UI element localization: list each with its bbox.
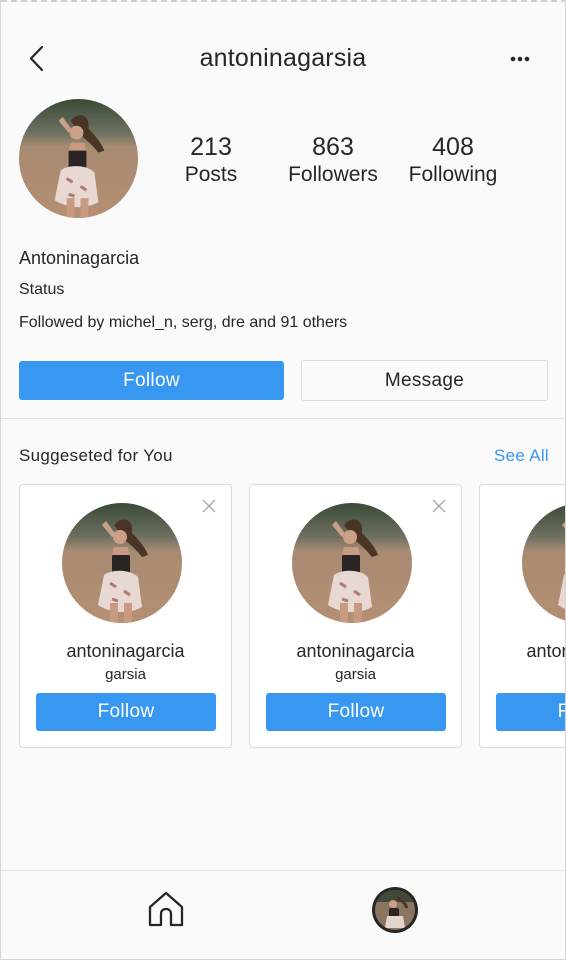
profile-avatar-large[interactable] bbox=[19, 99, 138, 218]
suggestion-username[interactable]: antoninagarcia bbox=[20, 641, 231, 662]
suggestion-subtitle: garsia bbox=[480, 666, 565, 683]
profile-photo bbox=[19, 99, 138, 218]
profile-nav-button[interactable] bbox=[372, 887, 418, 933]
close-icon[interactable] bbox=[431, 498, 447, 514]
suggestion-subtitle: garsia bbox=[335, 666, 376, 683]
home-icon bbox=[148, 891, 184, 927]
suggestion-avatar[interactable] bbox=[522, 503, 565, 623]
suggestion-subtitle: garsia bbox=[105, 666, 146, 683]
profile-screen: antoninagarsia 213 Posts 863 Followers 4… bbox=[0, 0, 566, 960]
followers-count: 863 bbox=[312, 133, 354, 161]
see-all-link[interactable]: See All bbox=[494, 446, 549, 466]
following-label: Following bbox=[408, 163, 498, 186]
suggestion-card[interactable]: antoninagarcia garsia Follow bbox=[249, 484, 462, 748]
suggestion-username[interactable]: antoninagarcia bbox=[250, 641, 461, 662]
more-button[interactable] bbox=[507, 50, 537, 68]
profile-avatar bbox=[375, 890, 415, 930]
suggestion-avatar[interactable] bbox=[292, 503, 412, 623]
posts-count: 213 bbox=[190, 133, 232, 161]
bottom-navigation bbox=[1, 870, 565, 959]
suggestions-title: Suggeseted for You bbox=[19, 446, 173, 465]
following-count: 408 bbox=[432, 133, 474, 161]
followers-label: Followers bbox=[288, 163, 378, 186]
close-icon[interactable] bbox=[201, 498, 217, 514]
top-border bbox=[1, 0, 565, 2]
suggestion-card[interactable]: antoninagarcia garsia Follow bbox=[479, 484, 565, 748]
suggestion-follow-button[interactable]: Follow bbox=[266, 693, 446, 731]
suggestion-username[interactable]: antoninagarcia bbox=[480, 641, 565, 662]
profile-username-title: antoninagarsia bbox=[199, 44, 367, 72]
stat-following[interactable]: 408 Following bbox=[397, 132, 509, 188]
profile-status: Status bbox=[19, 281, 65, 298]
suggestion-follow-button[interactable]: Follow bbox=[36, 693, 216, 731]
stat-posts[interactable]: 213 Posts bbox=[173, 132, 249, 188]
posts-label: Posts bbox=[184, 163, 238, 186]
section-divider bbox=[1, 418, 565, 419]
suggestion-follow-button[interactable]: Follow bbox=[496, 693, 565, 731]
home-button[interactable] bbox=[146, 889, 186, 929]
message-button[interactable]: Message bbox=[301, 360, 548, 401]
stat-followers[interactable]: 863 Followers bbox=[277, 132, 389, 188]
suggestion-avatar[interactable] bbox=[62, 503, 182, 623]
more-horizontal-icon bbox=[510, 56, 530, 62]
header-bar: antoninagarsia bbox=[1, 36, 565, 80]
profile-display-name: Antoninagarcia bbox=[19, 248, 140, 268]
suggestion-card[interactable]: antoninagarcia garsia Follow bbox=[19, 484, 232, 748]
follow-button[interactable]: Follow bbox=[19, 361, 284, 400]
followed-by-text[interactable]: Followed by michel_n, serg, dre and 91 o… bbox=[19, 314, 347, 332]
